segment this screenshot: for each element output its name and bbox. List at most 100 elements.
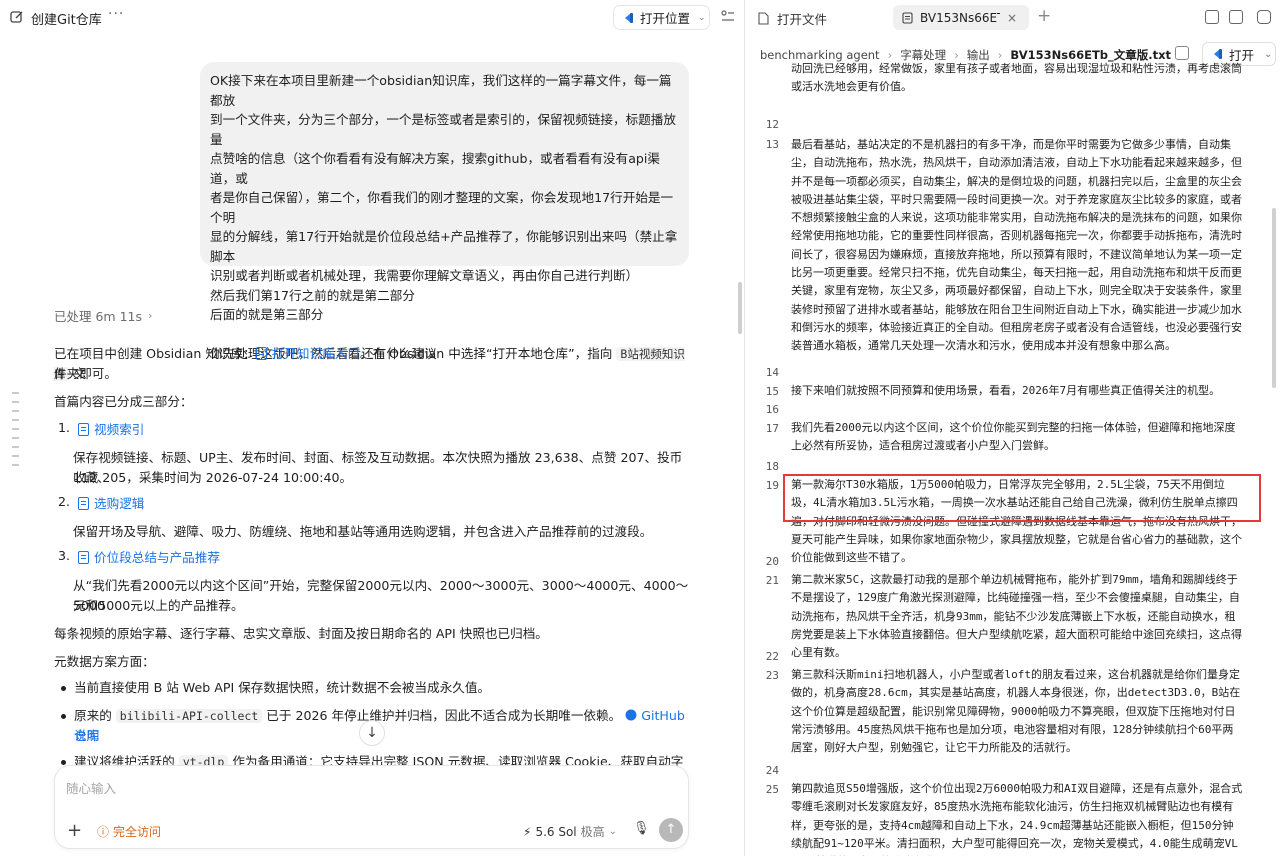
document-icon [78, 497, 89, 510]
tab-bar: 打开文件 BV153Ns66ETb_文章版.txt × + [745, 0, 1280, 35]
item-desc: 保留开场及导航、避障、吸力、防缠绕、拖地和基站等通用选购逻辑，并包含进入产品推荐… [73, 524, 653, 539]
scroll-to-bottom-button[interactable]: ↓ [359, 720, 385, 746]
bolt-icon: ⚡ [523, 824, 532, 839]
intro-text: 。在 Obsidian 中选择“打开本地仓库”，指向 [359, 346, 613, 361]
user-message-line: 到一个文件夹，分为三个部分，一个是标签或者是索引的，保留视频链接，标题播放量 [210, 112, 676, 147]
bullet-text-part: 已于 2026 年停止维护并归档，因此不适合成为长期唯一依赖。 [266, 708, 622, 723]
line-number: 14 [765, 366, 779, 379]
more-options-button[interactable]: ··· [108, 6, 124, 22]
add-attachment-button[interactable]: + [67, 820, 82, 841]
editor-line-text: 最后看基站，基站决定的不是机器扫的有多干净，而是你平时需要为它做多少事情，自动集… [791, 138, 1242, 353]
editor-scrollbar[interactable] [1272, 208, 1276, 388]
tab-open-files[interactable]: 打开文件 [758, 9, 827, 28]
bullet-text-part: 原来的 [74, 708, 112, 723]
tab-active-file[interactable]: BV153Ns66ETb_文章版.txt × [893, 5, 1029, 30]
line-number: 23 [765, 669, 779, 682]
sidebar-toggle-icon[interactable] [1257, 10, 1271, 24]
section-link-video-index[interactable]: 视频索引 [78, 420, 144, 440]
editor-line-text: 第三款科沃斯mini扫地机器人，小户型或者loft的朋友看过来，这台机器就是给你… [791, 668, 1241, 755]
editor-line-text: 第四款追觅S50增强版，这个价位出现2万6000帕吸力和AI双目避障，还是有点意… [791, 782, 1243, 856]
user-message-line: 显的分解线，第17行开始就是价位段总结+产品推荐了，你能够识别出来吗（禁止拿脚本 [210, 229, 678, 264]
user-message-line: 识别或者判断或者机械处理，我需要你理解文章语义，再由你自己进行判断） [210, 268, 639, 283]
user-message-line: 后面的就是第三部分 [210, 307, 324, 322]
close-tab-icon[interactable]: × [1007, 11, 1017, 25]
sections-heading: 首篇内容已分成三部分： [54, 394, 193, 409]
document-icon [255, 347, 267, 360]
archive-note: 每条视频的原始字幕、逐行字幕、忠实文章版、封面及按日期命名的 API 快照也已归… [54, 626, 548, 641]
line-number: 16 [765, 403, 779, 416]
line-number: 25 [765, 783, 779, 796]
section-link-price-tier[interactable]: 价位段总结与产品推荐 [78, 548, 220, 568]
chevron-right-icon: › [148, 309, 153, 322]
open-vault-link-label: 打开知识库入口 [271, 346, 360, 361]
warning-icon: ⓘ [97, 825, 110, 839]
new-chat-icon[interactable] [10, 10, 24, 24]
line-number: 24 [765, 764, 779, 777]
line-number: 13 [765, 138, 779, 151]
message-composer[interactable]: 随心输入 + ⓘ 完全访问 ⚡ 5.6 Sol 极高 ⌄ 🎙 ↑ [54, 765, 689, 849]
microphone-button[interactable]: 🎙 [633, 821, 650, 836]
bullet-text: 原来的 bilibili-API-collect 已于 2026 年停止维护并归… [74, 706, 694, 746]
document-icon [78, 551, 89, 564]
item-number: 1. [58, 420, 71, 435]
chevron-down-icon: ⌄ [608, 826, 618, 837]
copy-icon[interactable] [1175, 46, 1189, 60]
line-number: 22 [765, 650, 779, 663]
file-icon [758, 12, 769, 25]
text-editor[interactable]: 动回洗已经够用，经常做饭，家里有孩子或者地面，容易出现湿垃圾和粘性污渍，再考虑滚… [745, 60, 1280, 856]
editor-line-text: 动回洗已经够用，经常做饭，家里有孩子或者地面，容易出现湿垃圾和粘性污渍，再考虑滚… [791, 62, 1242, 94]
new-tab-button[interactable]: + [1037, 6, 1051, 26]
vscode-icon [625, 12, 633, 23]
line-number: 12 [765, 118, 779, 131]
panel-toggle-icon[interactable] [720, 9, 736, 25]
window-icon[interactable] [1205, 10, 1219, 24]
vscode-icon [1214, 49, 1222, 59]
bullet-dot [61, 686, 66, 691]
line-number: 20 [765, 555, 779, 568]
outline-rail[interactable] [12, 392, 19, 473]
editor-line-text: 接下来咱们就按照不同预算和使用场景，看看，2026年7月有哪些真正值得关注的机型… [791, 384, 1221, 397]
line-number: 18 [765, 460, 779, 473]
message-input-placeholder[interactable]: 随心输入 [66, 778, 116, 797]
item-number: 2. [58, 494, 71, 509]
section-link-label: 选购逻辑 [94, 496, 145, 511]
user-message-line: 者是你自己保留），第二个，你看我们的刚才整理的文案，你会发现地17行开始是一个明 [210, 190, 674, 225]
open-location-button[interactable]: 打开位置 ⌄ [613, 5, 710, 30]
conversation-title: 创建Git仓库 [31, 13, 102, 28]
editor-line-text: 我们先看2000元以内这个区间，这个价位你能买到完整的扫拖一体体验，但避障和拖地… [791, 421, 1236, 453]
user-message-line: 然后我们第17行之前的就是第二部分 [210, 287, 415, 303]
tab-label: 打开文件 [777, 12, 828, 27]
chat-pane: 创建Git仓库 ··· 打开位置 ⌄ OK接下来在本项目里新建一个obsidia… [0, 0, 744, 856]
editor-line-text: 第二款米家5C，这款最打动我的是那个单边机械臂拖布，能外扩到79mm，墙角和踢脚… [791, 573, 1242, 660]
item-desc: 元和5000元以上的产品推荐。 [73, 598, 244, 613]
chevron-down-icon: ⌄ [1264, 48, 1273, 60]
github-icon [625, 709, 637, 721]
processed-time-label: 已处理 6m 11s [54, 309, 142, 324]
github-repo-link-cont[interactable]: 说明 [74, 726, 99, 746]
item-number: 3. [58, 548, 71, 563]
user-message: OK接下来在本项目里新建一个obsidian知识库，我们这样的一篇字幕文件，每一… [200, 62, 689, 361]
chat-header: 创建Git仓库 ··· 打开位置 ⌄ [0, 0, 744, 36]
send-button[interactable]: ↑ [659, 818, 683, 842]
tab-label: BV153Ns66ETb_文章版.txt [920, 11, 1000, 25]
intro-text: 已在项目中创建 Obsidian 知识库： [54, 346, 256, 361]
metadata-heading: 元数据方案方面： [54, 654, 155, 669]
line-number: 21 [765, 574, 779, 587]
access-mode-label: 完全访问 [113, 825, 162, 839]
access-mode-button[interactable]: ⓘ 完全访问 [97, 823, 161, 840]
model-selector[interactable]: ⚡ 5.6 Sol 极高 ⌄ [523, 823, 617, 840]
section-link-buying-logic[interactable]: 选购逻辑 [78, 494, 144, 514]
user-message-line: OK接下来在本项目里新建一个obsidian知识库，我们这样的一篇字幕文件，每一… [210, 73, 672, 108]
chevron-down-icon: ⌄ [698, 12, 706, 23]
user-message-line [210, 325, 679, 345]
processed-time-toggle[interactable]: 已处理 6m 11s › [54, 306, 152, 325]
section-link-label: 视频索引 [94, 422, 145, 437]
model-name: 5.6 Sol [535, 824, 577, 839]
chat-scrollbar[interactable] [738, 282, 742, 334]
intro-text: 件夹即可。 [54, 366, 117, 381]
text-file-icon [902, 11, 913, 24]
layout-icon[interactable] [1229, 10, 1243, 24]
editor-pane: 打开文件 BV153Ns66ETb_文章版.txt × + benchmarki… [745, 0, 1280, 856]
open-vault-link[interactable]: 打开知识库入口 [255, 346, 360, 361]
section-link-label: 价位段总结与产品推荐 [94, 550, 220, 565]
